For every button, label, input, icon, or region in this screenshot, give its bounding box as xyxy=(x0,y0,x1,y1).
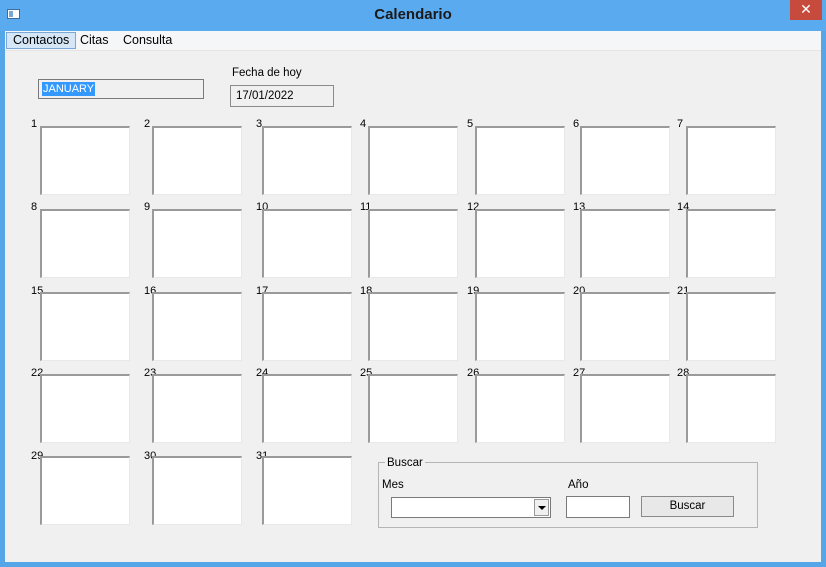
day-cell[interactable] xyxy=(152,456,242,525)
year-input[interactable] xyxy=(566,496,630,518)
day-cell[interactable] xyxy=(40,209,130,278)
day-cell[interactable] xyxy=(152,374,242,443)
close-button[interactable]: ✕ xyxy=(790,0,822,20)
day-number: 6 xyxy=(573,118,580,130)
day-number: 9 xyxy=(144,201,151,213)
day-number: 1 xyxy=(31,118,38,130)
day-cell[interactable] xyxy=(368,209,458,278)
today-label: Fecha de hoy xyxy=(232,67,302,79)
day-number: 2 xyxy=(144,118,151,130)
day-cell[interactable] xyxy=(262,126,352,195)
day-cell[interactable] xyxy=(40,456,130,525)
day-cell[interactable] xyxy=(40,126,130,195)
day-number: 8 xyxy=(31,201,38,213)
day-cell[interactable] xyxy=(580,209,670,278)
day-number: 5 xyxy=(467,118,474,130)
day-cell[interactable] xyxy=(152,126,242,195)
day-cell[interactable] xyxy=(686,126,776,195)
day-cell[interactable] xyxy=(368,292,458,361)
today-date-field[interactable]: 17/01/2022 xyxy=(230,85,334,107)
day-cell[interactable] xyxy=(475,374,565,443)
day-cell[interactable] xyxy=(40,292,130,361)
menu-item-consulta[interactable]: Consulta xyxy=(117,32,178,49)
day-cell[interactable] xyxy=(368,126,458,195)
day-cell[interactable] xyxy=(580,374,670,443)
day-cell[interactable] xyxy=(686,374,776,443)
title-bar[interactable]: Calendario ✕ xyxy=(0,0,826,31)
menu-item-citas[interactable]: Citas xyxy=(74,32,114,49)
day-number: 7 xyxy=(677,118,684,130)
chevron-down-icon[interactable] xyxy=(534,499,549,516)
window-title: Calendario xyxy=(374,6,452,23)
search-button[interactable]: Buscar xyxy=(641,496,734,517)
client-area: Contactos Citas Consulta JANUARY Fecha d… xyxy=(5,31,821,562)
search-groupbox xyxy=(378,462,758,528)
day-cell[interactable] xyxy=(152,292,242,361)
day-cell[interactable] xyxy=(475,209,565,278)
day-cell[interactable] xyxy=(686,209,776,278)
day-cell[interactable] xyxy=(368,374,458,443)
month-search-label: Mes xyxy=(382,479,404,491)
year-search-label: Año xyxy=(568,479,589,491)
day-cell[interactable] xyxy=(475,292,565,361)
month-select[interactable] xyxy=(391,497,551,518)
day-number: 4 xyxy=(360,118,367,130)
day-cell[interactable] xyxy=(580,126,670,195)
menu-bar: Contactos Citas Consulta xyxy=(5,31,821,51)
menu-item-contactos[interactable]: Contactos xyxy=(6,32,77,49)
day-cell[interactable] xyxy=(262,374,352,443)
day-cell[interactable] xyxy=(152,209,242,278)
day-cell[interactable] xyxy=(580,292,670,361)
day-cell[interactable] xyxy=(262,292,352,361)
day-cell[interactable] xyxy=(686,292,776,361)
month-field-value: JANUARY xyxy=(42,82,96,96)
day-cell[interactable] xyxy=(475,126,565,195)
month-field[interactable]: JANUARY xyxy=(38,79,204,99)
day-cell[interactable] xyxy=(40,374,130,443)
day-cell[interactable] xyxy=(262,209,352,278)
search-group-title: Buscar xyxy=(385,456,425,470)
day-cell[interactable] xyxy=(262,456,352,525)
